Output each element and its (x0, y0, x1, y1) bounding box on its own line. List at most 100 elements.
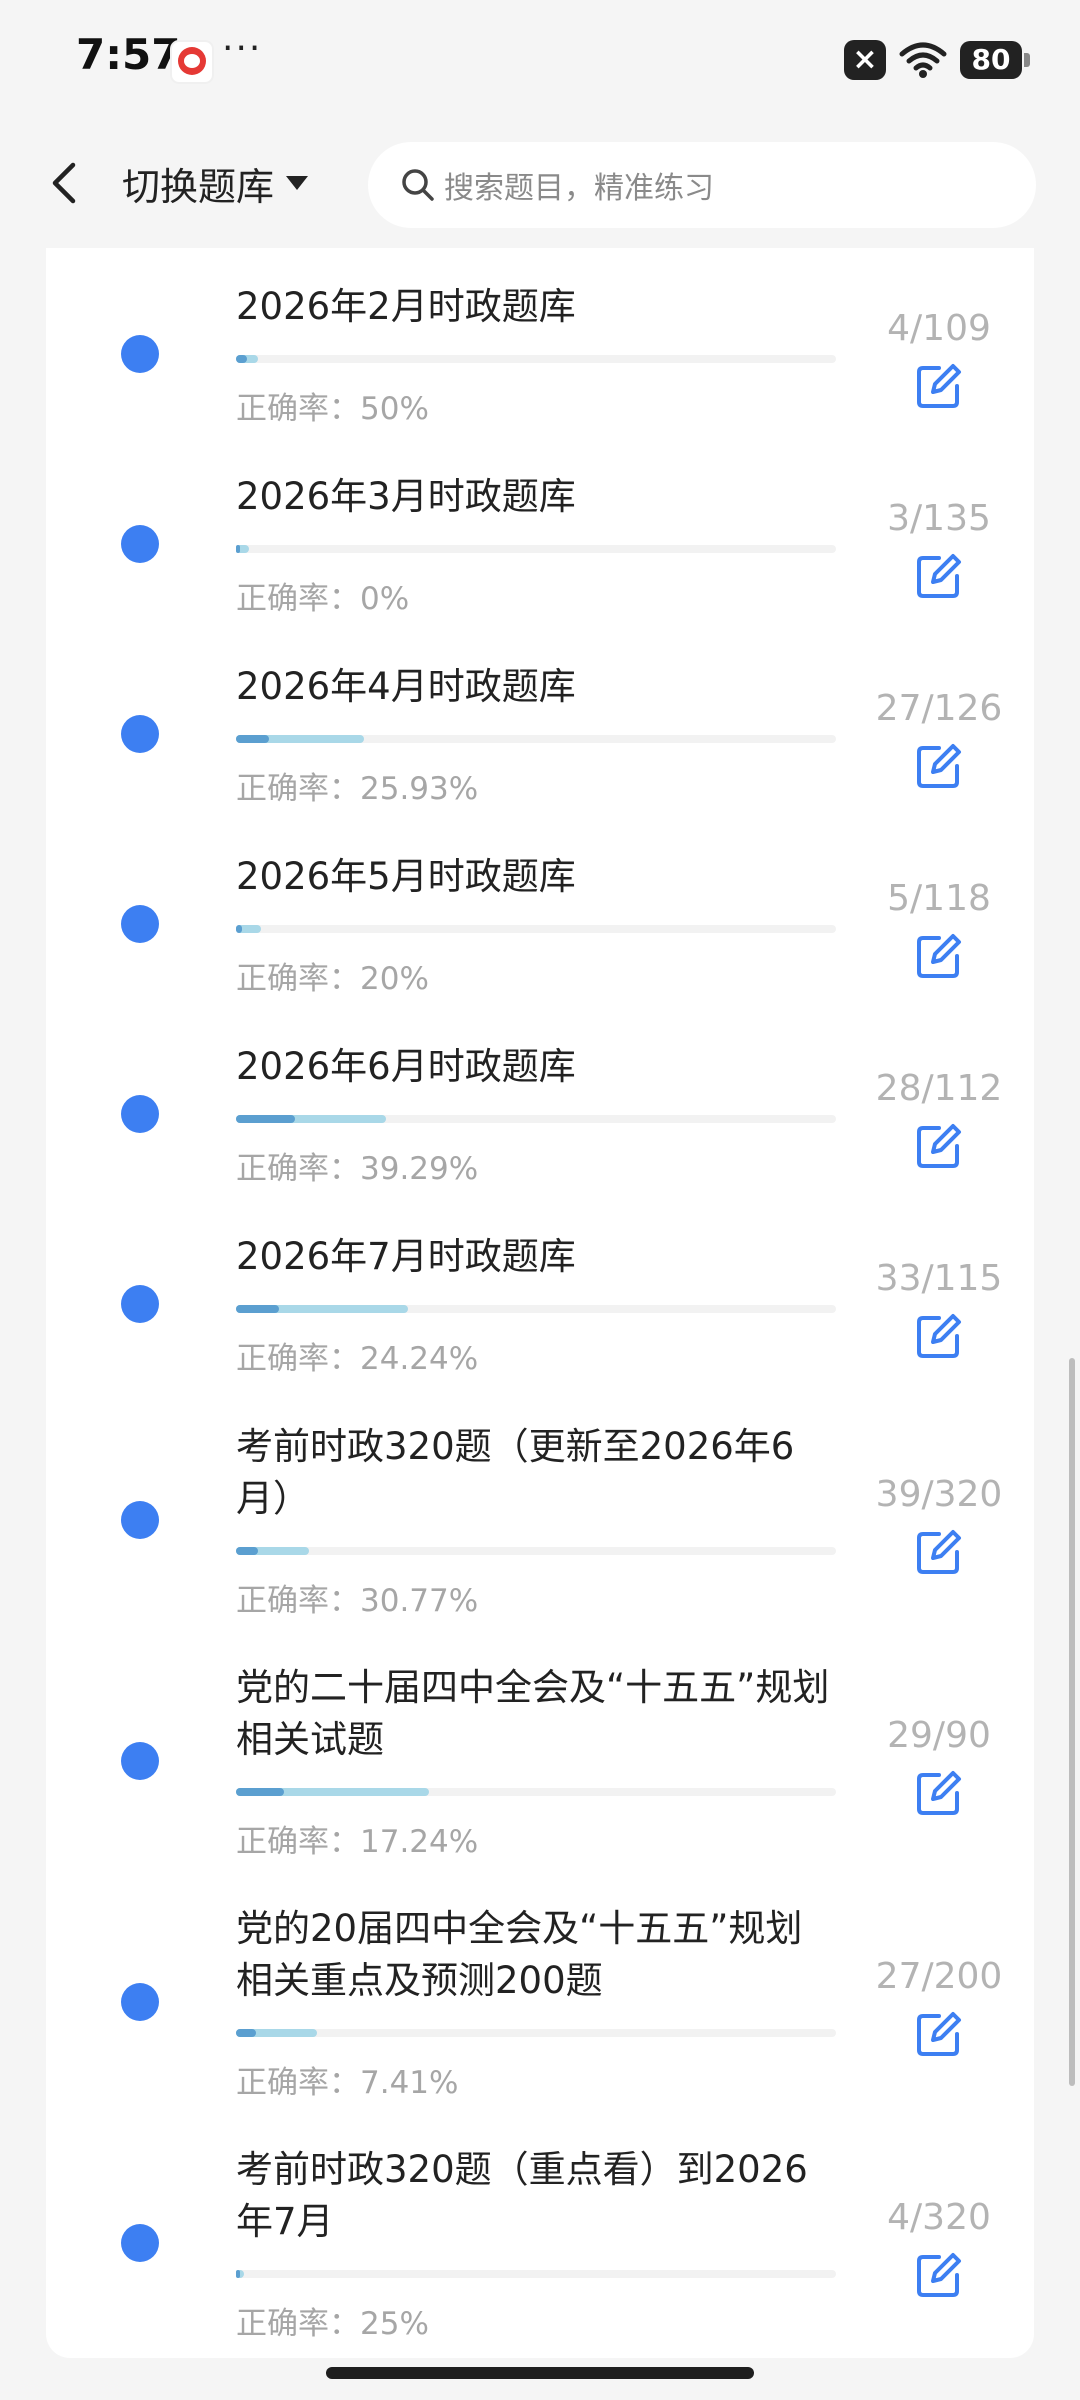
progress-bar-correct (236, 2029, 256, 2037)
bank-status-dot (121, 335, 159, 373)
app-icon (170, 40, 214, 84)
bank-title: 2026年4月时政题库 (236, 665, 576, 708)
edit-icon[interactable] (913, 550, 965, 602)
question-bank-item[interactable]: 党的二十届四中全会及“十五五”规划相关试题 正确率：17.24% 29/90 (46, 1662, 1034, 1892)
bank-accuracy: 正确率：25% (236, 2298, 429, 2343)
progress-bar (236, 1115, 836, 1123)
back-button[interactable] (34, 150, 94, 216)
bank-accuracy: 正确率：25.93% (236, 763, 478, 808)
question-bank-item[interactable]: 考前时政320题（更新至2026年6月） 正确率：30.77% 39/320 (46, 1421, 1034, 1651)
accuracy-value: 17.24% (360, 1824, 479, 1860)
scrollbar[interactable] (1069, 1358, 1075, 2086)
accuracy-value: 30.77% (360, 1583, 479, 1619)
edit-icon[interactable] (913, 1310, 965, 1362)
bank-title: 2026年3月时政题库 (236, 475, 576, 518)
accuracy-label: 正确率： (236, 1824, 360, 1860)
bank-accuracy: 正确率：30.77% (236, 1575, 478, 1620)
progress-bar (236, 545, 836, 553)
bank-status-dot (121, 2224, 159, 2262)
bank-status-dot (121, 1501, 159, 1539)
progress-bar (236, 2029, 836, 2037)
bank-progress-count: 28/112 (875, 1068, 1003, 1109)
bank-status-dot (121, 715, 159, 753)
chevron-left-icon (52, 162, 76, 204)
bank-status-dot (121, 1285, 159, 1323)
edit-icon[interactable] (913, 740, 965, 792)
progress-bar-correct (236, 735, 269, 743)
progress-bar-correct (236, 1115, 295, 1123)
bank-title: 党的20届四中全会及“十五五”规划相关重点及预测200题 (236, 1907, 803, 2002)
question-bank-item[interactable]: 2026年7月时政题库 正确率：24.24% 33/115 (46, 1231, 1034, 1411)
bank-accuracy: 正确率：0% (236, 573, 409, 618)
bank-progress-count: 4/320 (887, 2197, 991, 2238)
bank-title: 考前时政320题（重点看）到2026年7月 (236, 2148, 808, 2243)
bank-progress-count: 5/118 (887, 878, 991, 919)
edit-icon[interactable] (913, 2249, 965, 2301)
progress-bar-correct (236, 545, 240, 553)
bank-progress-count: 33/115 (875, 1258, 1003, 1299)
accuracy-value: 50% (360, 391, 429, 427)
search-icon (402, 169, 434, 201)
bank-title: 2026年6月时政题库 (236, 1045, 576, 1088)
question-bank-item[interactable]: 2026年4月时政题库 正确率：25.93% 27/126 (46, 661, 1034, 841)
bank-accuracy: 正确率：39.29% (236, 1143, 478, 1188)
home-indicator[interactable] (326, 2367, 754, 2379)
bank-title: 考前时政320题（更新至2026年6月） (236, 1425, 795, 1520)
edit-icon[interactable] (913, 1526, 965, 1578)
question-bank-item[interactable]: 党的20届四中全会及“十五五”规划相关重点及预测200题 正确率：7.41% 27/… (46, 1903, 1034, 2133)
progress-bar-correct (236, 925, 242, 933)
bank-title: 党的二十届四中全会及“十五五”规划相关试题 (236, 1666, 830, 1761)
search-placeholder: 搜索题目，精准练习 (444, 171, 714, 206)
accuracy-value: 24.24% (360, 1341, 479, 1377)
search-input[interactable]: 搜索题目，精准练习 (368, 142, 1036, 228)
edit-icon[interactable] (913, 1120, 965, 1172)
question-bank-card: 2026年2月时政题库 正确率：50% 4/109 2026年3月时政题库 正确率：0%… (46, 248, 1034, 2358)
accuracy-label: 正确率： (236, 581, 360, 617)
accuracy-label: 正确率： (236, 771, 360, 807)
progress-bar (236, 925, 836, 933)
bank-accuracy: 正确率：17.24% (236, 1816, 478, 1861)
bank-status-dot (121, 1742, 159, 1780)
progress-bar (236, 355, 836, 363)
top-bar: 切换题库 搜索题目，精准练习 (0, 120, 1080, 248)
accuracy-value: 39.29% (360, 1151, 479, 1187)
question-bank-item[interactable]: 2026年5月时政题库 正确率：20% 5/118 (46, 851, 1034, 1031)
edit-icon[interactable] (913, 2008, 965, 2060)
accuracy-label: 正确率： (236, 2065, 360, 2101)
bank-status-dot (121, 525, 159, 563)
bank-progress-count: 27/200 (875, 1956, 1003, 1997)
edit-icon[interactable] (913, 930, 965, 982)
switch-bank-label: 切换题库 (122, 164, 275, 209)
question-bank-item[interactable]: 2026年3月时政题库 正确率：0% 3/135 (46, 471, 1034, 651)
progress-bar (236, 1305, 836, 1313)
bank-progress-count: 27/126 (875, 688, 1003, 729)
wifi-icon (899, 42, 947, 78)
bank-title: 2026年5月时政题库 (236, 855, 576, 898)
progress-bar-correct (236, 2270, 240, 2278)
accuracy-value: 0% (360, 581, 410, 617)
question-bank-item[interactable]: 2026年6月时政题库 正确率：39.29% 28/112 (46, 1041, 1034, 1221)
progress-bar (236, 735, 836, 743)
caret-down-icon (286, 176, 309, 190)
question-bank-item[interactable]: 2026年2月时政题库 正确率：50% 4/109 (46, 281, 1034, 461)
accuracy-value: 25.93% (360, 771, 479, 807)
bank-accuracy: 正确率：50% (236, 383, 429, 428)
progress-bar (236, 1788, 836, 1796)
accuracy-label: 正确率： (236, 1151, 360, 1187)
bank-progress-count: 3/135 (887, 498, 991, 539)
bank-progress-count: 4/109 (887, 308, 991, 349)
more-notifications-icon: ··· (222, 28, 263, 69)
status-indicators: × 80 (844, 38, 1030, 82)
progress-bar (236, 1547, 836, 1555)
bank-accuracy: 正确率：20% (236, 953, 429, 998)
progress-bar-correct (236, 1305, 279, 1313)
switch-bank-dropdown[interactable]: 切换题库 (122, 158, 310, 209)
bank-status-dot (121, 1983, 159, 2021)
progress-bar-correct (236, 355, 247, 363)
bank-status-dot (121, 905, 159, 943)
accuracy-value: 20% (360, 961, 429, 997)
question-bank-item[interactable]: 考前时政320题（重点看）到2026年7月正确率：25% 4/320 (46, 2144, 1034, 2358)
edit-icon[interactable] (913, 1767, 965, 1819)
accuracy-label: 正确率： (236, 961, 360, 997)
edit-icon[interactable] (913, 360, 965, 412)
